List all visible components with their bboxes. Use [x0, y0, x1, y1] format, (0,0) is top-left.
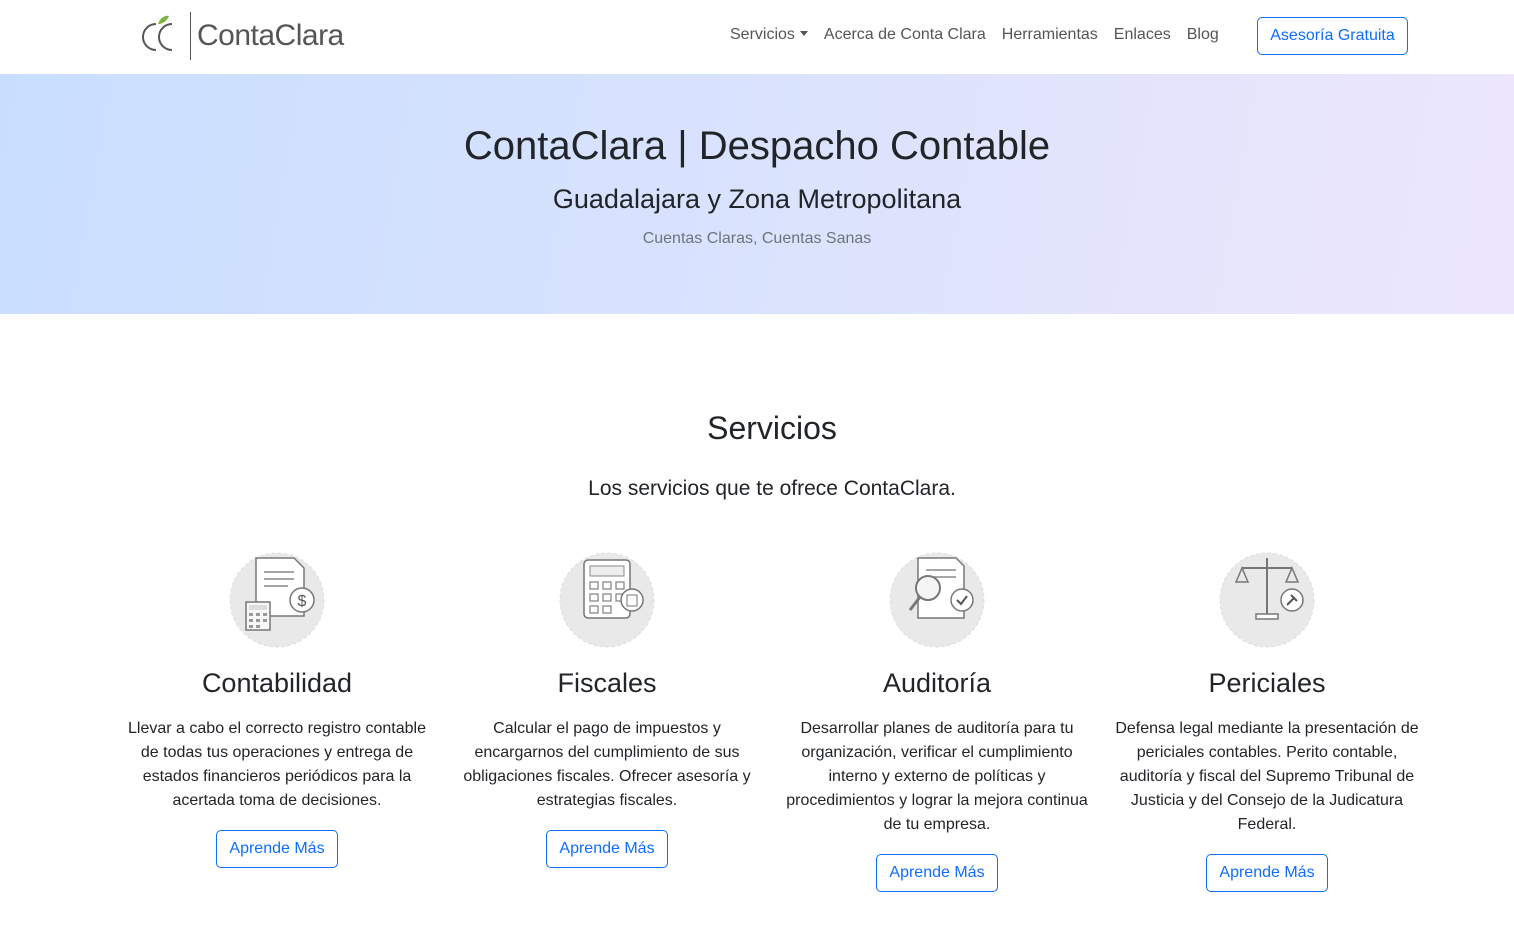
nav-item-label: Servicios	[730, 26, 795, 43]
learn-more-button[interactable]: Aprende Más	[876, 854, 998, 892]
hero-tagline: Cuentas Claras, Cuentas Sanas	[642, 230, 872, 247]
navbar: ContaClara Servicios Acerca de Conta Cla…	[0, 0, 1514, 74]
learn-more-button[interactable]: Aprende Más	[216, 830, 338, 868]
nav-item-blog[interactable]: Blog	[1187, 26, 1219, 44]
service-description: Desarrollar planes de auditoría para tu …	[786, 720, 1088, 833]
services-lead: Los servicios que te ofrece ContaClara.	[588, 477, 956, 500]
logo-mark-icon	[136, 10, 188, 62]
service-card-fiscales: Fiscales Calcular el pago de impuestos y…	[442, 548, 772, 868]
service-card-periciales: Periciales Defensa legal mediante la pre…	[1102, 548, 1432, 892]
justice-scale-icon	[1218, 548, 1316, 648]
learn-more-button[interactable]: Aprende Más	[1206, 854, 1328, 892]
hero-subtitle: Guadalajara y Zona Metropolitana	[552, 184, 962, 214]
chevron-down-icon	[799, 31, 808, 37]
logo-text: ContaClara	[197, 19, 344, 52]
nav-item-acerca[interactable]: Acerca de Conta Clara	[824, 26, 986, 44]
service-title: Contabilidad	[201, 668, 353, 698]
logo-divider	[190, 12, 191, 60]
service-description: Llevar a cabo el correcto registro conta…	[128, 720, 426, 809]
nav-item-herramientas[interactable]: Herramientas	[1002, 26, 1098, 44]
service-description: Calcular el pago de impuestos y encargar…	[463, 720, 751, 809]
svg-text:$: $	[298, 593, 307, 610]
service-card-auditoria: Auditoría Desarrollar planes de auditorí…	[772, 548, 1102, 892]
audit-magnifier-icon	[888, 548, 986, 648]
service-title: Fiscales	[557, 668, 657, 698]
learn-more-button[interactable]: Aprende Más	[546, 830, 668, 868]
nav-links: Servicios Acerca de Conta Clara Herramie…	[730, 26, 1235, 44]
service-title: Periciales	[1208, 668, 1326, 698]
calculator-icon	[558, 548, 656, 648]
services-title: Servicios	[707, 410, 837, 446]
nav-item-servicios[interactable]: Servicios	[730, 26, 808, 44]
accounting-document-icon: $	[228, 548, 326, 648]
free-consultation-button[interactable]: Asesoría Gratuita	[1257, 17, 1408, 55]
service-card-contabilidad: $ Contabilidad Llevar a cabo el correcto…	[112, 548, 442, 868]
service-title: Auditoría	[882, 668, 992, 698]
hero-banner: ContaClara | Despacho Contable Guadalaja…	[0, 74, 1514, 314]
hero-title: ContaClara | Despacho Contable	[463, 124, 1051, 168]
logo[interactable]: ContaClara	[136, 10, 344, 62]
service-description: Defensa legal mediante la presentación d…	[1115, 720, 1419, 833]
nav-item-enlaces[interactable]: Enlaces	[1114, 26, 1171, 44]
